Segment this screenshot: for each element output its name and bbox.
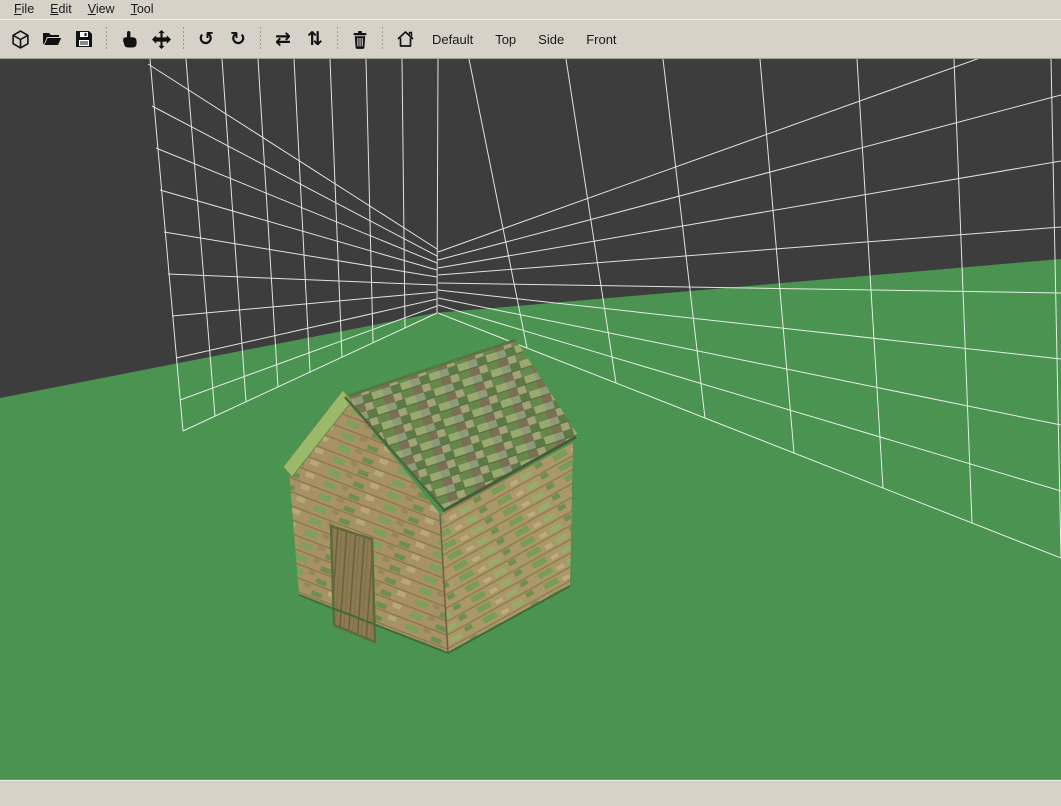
menu-file[interactable]: File (6, 1, 42, 18)
menu-view[interactable]: View (80, 1, 123, 18)
cube-icon (11, 30, 30, 49)
rotate-ccw-icon: ↺ (198, 30, 214, 49)
floppy-disk-icon (75, 30, 93, 48)
flip-vertical-button[interactable]: ⇅ (299, 24, 331, 54)
move-tool-button[interactable] (145, 24, 177, 54)
toolbar-separator (382, 27, 383, 51)
house-door (331, 526, 375, 642)
menu-edit[interactable]: Edit (42, 1, 80, 18)
menu-tool[interactable]: Tool (123, 1, 162, 18)
toolbar-separator (337, 27, 338, 51)
view-top-button[interactable]: Top (484, 26, 527, 53)
home-view-button[interactable] (389, 24, 421, 54)
view-front-button[interactable]: Front (575, 26, 627, 53)
rotate-ccw-button[interactable]: ↺ (190, 24, 222, 54)
save-button[interactable] (68, 24, 100, 54)
delete-button[interactable] (344, 24, 376, 54)
flip-horizontal-button[interactable]: ⇄ (267, 24, 299, 54)
trash-icon (351, 30, 369, 49)
move-arrows-icon (152, 30, 171, 49)
rotate-cw-icon: ↻ (230, 30, 246, 49)
hand-pointer-icon (120, 30, 138, 49)
toolbar-separator (260, 27, 261, 51)
home-icon (396, 30, 415, 48)
view-default-button[interactable]: Default (421, 26, 484, 53)
toolbar-separator (183, 27, 184, 51)
swap-horizontal-icon: ⇄ (275, 30, 291, 49)
open-button[interactable] (36, 24, 68, 54)
statusbar (0, 779, 1061, 806)
toolbar: ↺ ↻ ⇄ ⇅ (0, 19, 1061, 59)
view-side-button[interactable]: Side (527, 26, 575, 53)
scene-canvas[interactable] (0, 59, 1061, 779)
viewport-3d (0, 59, 1061, 779)
open-folder-icon (42, 30, 62, 48)
menubar: File Edit View Tool (0, 0, 1061, 19)
toolbar-separator (106, 27, 107, 51)
select-tool-button[interactable] (113, 24, 145, 54)
swap-vertical-icon: ⇅ (307, 30, 323, 49)
rotate-cw-button[interactable]: ↻ (222, 24, 254, 54)
new-model-button[interactable] (4, 24, 36, 54)
